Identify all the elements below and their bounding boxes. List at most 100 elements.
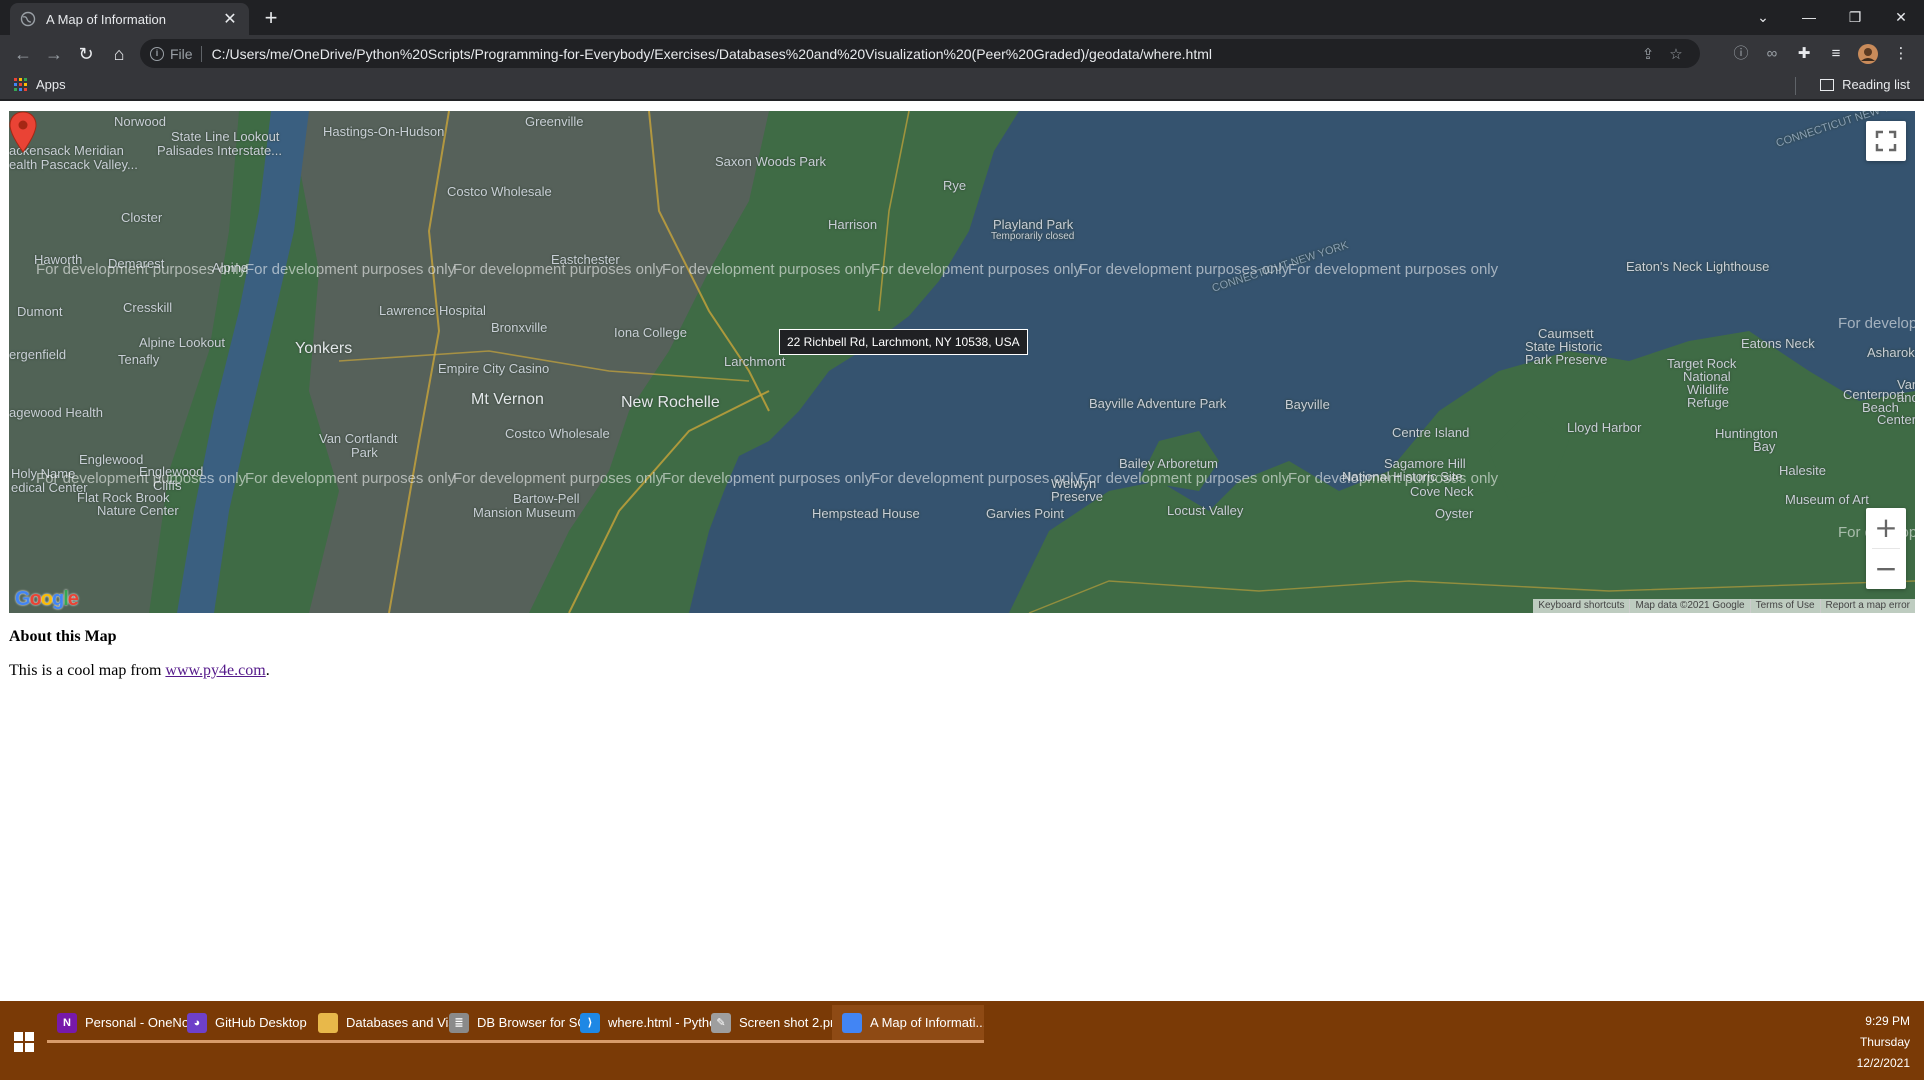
map-label: Costco Wholesale (447, 184, 552, 199)
about-text-end: . (265, 662, 270, 679)
py4e-link[interactable]: www.py4e.com (165, 662, 265, 679)
dev-watermark: For develop (1838, 315, 1915, 332)
about-heading: About this Map (9, 628, 117, 645)
dev-watermark: For development purposes only (871, 261, 1082, 278)
map-label: Greenville (525, 114, 584, 129)
map-label: Bartow-Pell (513, 491, 580, 506)
map-label: Englewood (79, 452, 144, 467)
map-label: Centerport (1877, 412, 1915, 427)
reload-button[interactable]: ↻ (73, 41, 99, 67)
chrome-icon (842, 1012, 862, 1033)
folder-icon (318, 1012, 338, 1033)
google-logo[interactable]: Google (15, 588, 79, 611)
browser-tab[interactable]: A Map of Information ✕ (10, 3, 249, 35)
taskbar-item[interactable]: ◕ GitHub Desktop (177, 1005, 329, 1043)
new-tab-button[interactable]: + (258, 6, 284, 32)
media-queue-icon[interactable]: ≡ (1825, 43, 1847, 65)
clock-date: 12/2/2021 (1856, 1056, 1910, 1070)
map-label: Mt Vernon (471, 391, 544, 408)
map-label: Temporarily closed (991, 231, 1075, 242)
map-label: Palisades Interstate... (157, 143, 283, 158)
reading-list-button[interactable]: Reading list (1820, 77, 1910, 92)
dev-watermark: For development purposes only (662, 470, 873, 487)
extensions-puzzle-icon[interactable]: ✚ (1793, 43, 1815, 65)
keyboard-shortcuts-link[interactable]: Keyboard shortcuts (1533, 599, 1629, 613)
tab-strip: A Map of Information ✕ + ⌄ — ❐ ✕ (0, 0, 1924, 35)
map-label: agewood Health (9, 405, 103, 420)
map-label: Bailey Arboretum (1119, 456, 1218, 471)
profile-avatar[interactable] (1857, 43, 1879, 65)
zoom-out-button[interactable]: − (1866, 549, 1906, 589)
forward-button[interactable]: → (41, 41, 67, 67)
map-label: Empire City Casino (438, 361, 550, 376)
apps-shortcut[interactable]: Apps (14, 77, 66, 92)
taskbar-item[interactable]: ⟩ where.html - Pytho... (570, 1005, 722, 1043)
logo-letter: o (29, 588, 42, 610)
extension-glasses-icon[interactable]: ∞ (1761, 43, 1783, 65)
share-icon[interactable]: ⇪ (1634, 45, 1662, 63)
address-bar[interactable]: i File C:/Users/me/OneDrive/Python%20Scr… (140, 39, 1700, 68)
extension-info-icon[interactable]: ⓘ (1730, 43, 1752, 65)
report-map-error-link[interactable]: Report a map error (1819, 599, 1915, 613)
browser-toolbar: ← → ↻ ⌂ i File C:/Users/me/OneDrive/Pyth… (0, 35, 1924, 72)
dev-watermark: For development purposes only (1288, 261, 1499, 278)
minimize-button[interactable]: — (1786, 4, 1832, 30)
map-label: Rye (943, 178, 967, 193)
dev-watermark: For development purposes only (245, 261, 456, 278)
marker-tooltip: 22 Richbell Rd, Larchmont, NY 10538, USA (779, 329, 1028, 355)
system-clock[interactable]: 9:29 PM Thursday 12/2/2021 (1857, 1011, 1910, 1074)
taskbar-item[interactable]: ✎ Screen shot 2.png -... (701, 1005, 853, 1043)
map-label: Refuge (1687, 395, 1729, 410)
map-label: Garvies Point (986, 506, 1065, 521)
map-label: Closter (121, 210, 163, 225)
about-text: This is a cool map from (9, 662, 166, 679)
close-icon[interactable]: ✕ (221, 9, 239, 29)
map-label: Asharok (1867, 345, 1915, 360)
map-label: Museum of Art (1785, 492, 1869, 507)
menu-kebab-icon[interactable]: ⋮ (1890, 43, 1912, 65)
dev-watermark: For development purposes only (662, 261, 873, 278)
tab-title: A Map of Information (46, 11, 166, 27)
terms-of-use-link[interactable]: Terms of Use (1749, 599, 1820, 613)
map-label: Locust Valley (1167, 503, 1244, 518)
map-label: State Line Lookout (171, 129, 280, 144)
map-label: Bayville (1285, 397, 1330, 412)
fullscreen-button[interactable] (1866, 121, 1906, 161)
database-icon: ≣ (449, 1012, 469, 1033)
web-page: Norwood State Line Lookout Palisades Int… (0, 101, 1924, 1001)
scheme-label: File (170, 45, 193, 62)
map-label: Eaton's Neck Lighthouse (1626, 259, 1770, 274)
restore-button[interactable]: ❐ (1832, 4, 1878, 30)
info-icon[interactable]: i (150, 46, 164, 61)
google-map[interactable]: Norwood State Line Lookout Palisades Int… (9, 111, 1915, 613)
back-button[interactable]: ← (10, 41, 36, 67)
taskbar-item-label: A Map of Informati... (870, 1015, 984, 1030)
map-label: Hempstead House (812, 506, 920, 521)
taskbar-item[interactable]: ≣DB Browser for SQL... (439, 1005, 591, 1043)
dev-watermark: For development purposes only (36, 470, 247, 487)
map-label: Nature Center (97, 503, 179, 518)
apps-grid-icon (14, 78, 27, 91)
bookmark-star-icon[interactable]: ☆ (1662, 45, 1690, 63)
home-button[interactable]: ⌂ (106, 41, 132, 67)
map-label: Playland Park (993, 217, 1074, 232)
dev-watermark: For development purposes only (1079, 261, 1290, 278)
map-label: Harrison (828, 217, 878, 232)
map-label: Oyster (1435, 506, 1474, 521)
map-label: and H (1897, 390, 1915, 405)
taskbar-item[interactable]: Databases and Visu... (308, 1005, 460, 1043)
close-window-button[interactable]: ✕ (1878, 4, 1924, 30)
fullscreen-icon (1875, 130, 1897, 152)
map-label: Mansion Museum (473, 505, 576, 520)
onenote-icon: N (57, 1012, 77, 1033)
zoom-in-button[interactable]: + (1866, 508, 1906, 548)
map-label: Norwood (114, 114, 167, 129)
windows-start-icon[interactable] (14, 1032, 34, 1052)
clock-time: 9:29 PM (1865, 1014, 1910, 1028)
url-text[interactable]: C:/Users/me/OneDrive/Python%20Scripts/Pr… (212, 46, 1634, 62)
tab-search-icon[interactable]: ⌄ (1740, 4, 1786, 30)
map-marker-icon[interactable] (9, 111, 37, 153)
taskbar-item[interactable]: A Map of Informati... (832, 1005, 984, 1043)
zoom-control: + − (1866, 508, 1906, 589)
map-label: Alpine Lookout (139, 335, 226, 350)
